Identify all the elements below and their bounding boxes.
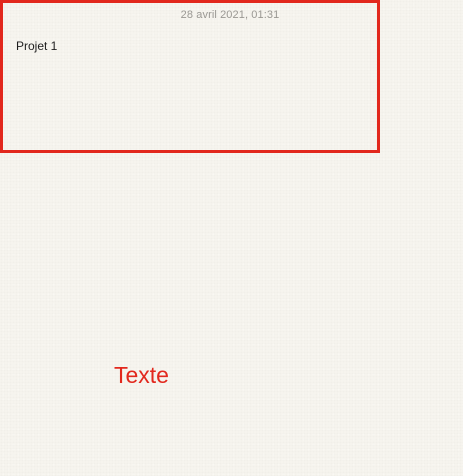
note-text-line[interactable]: Projet 1 [16,39,57,53]
note-timestamp: 28 avril 2021, 01:31 [180,9,280,21]
annotation-label: Texte [114,362,169,388]
note-editor[interactable]: 28 avril 2021, 01:31 Projet 1 [0,0,463,476]
